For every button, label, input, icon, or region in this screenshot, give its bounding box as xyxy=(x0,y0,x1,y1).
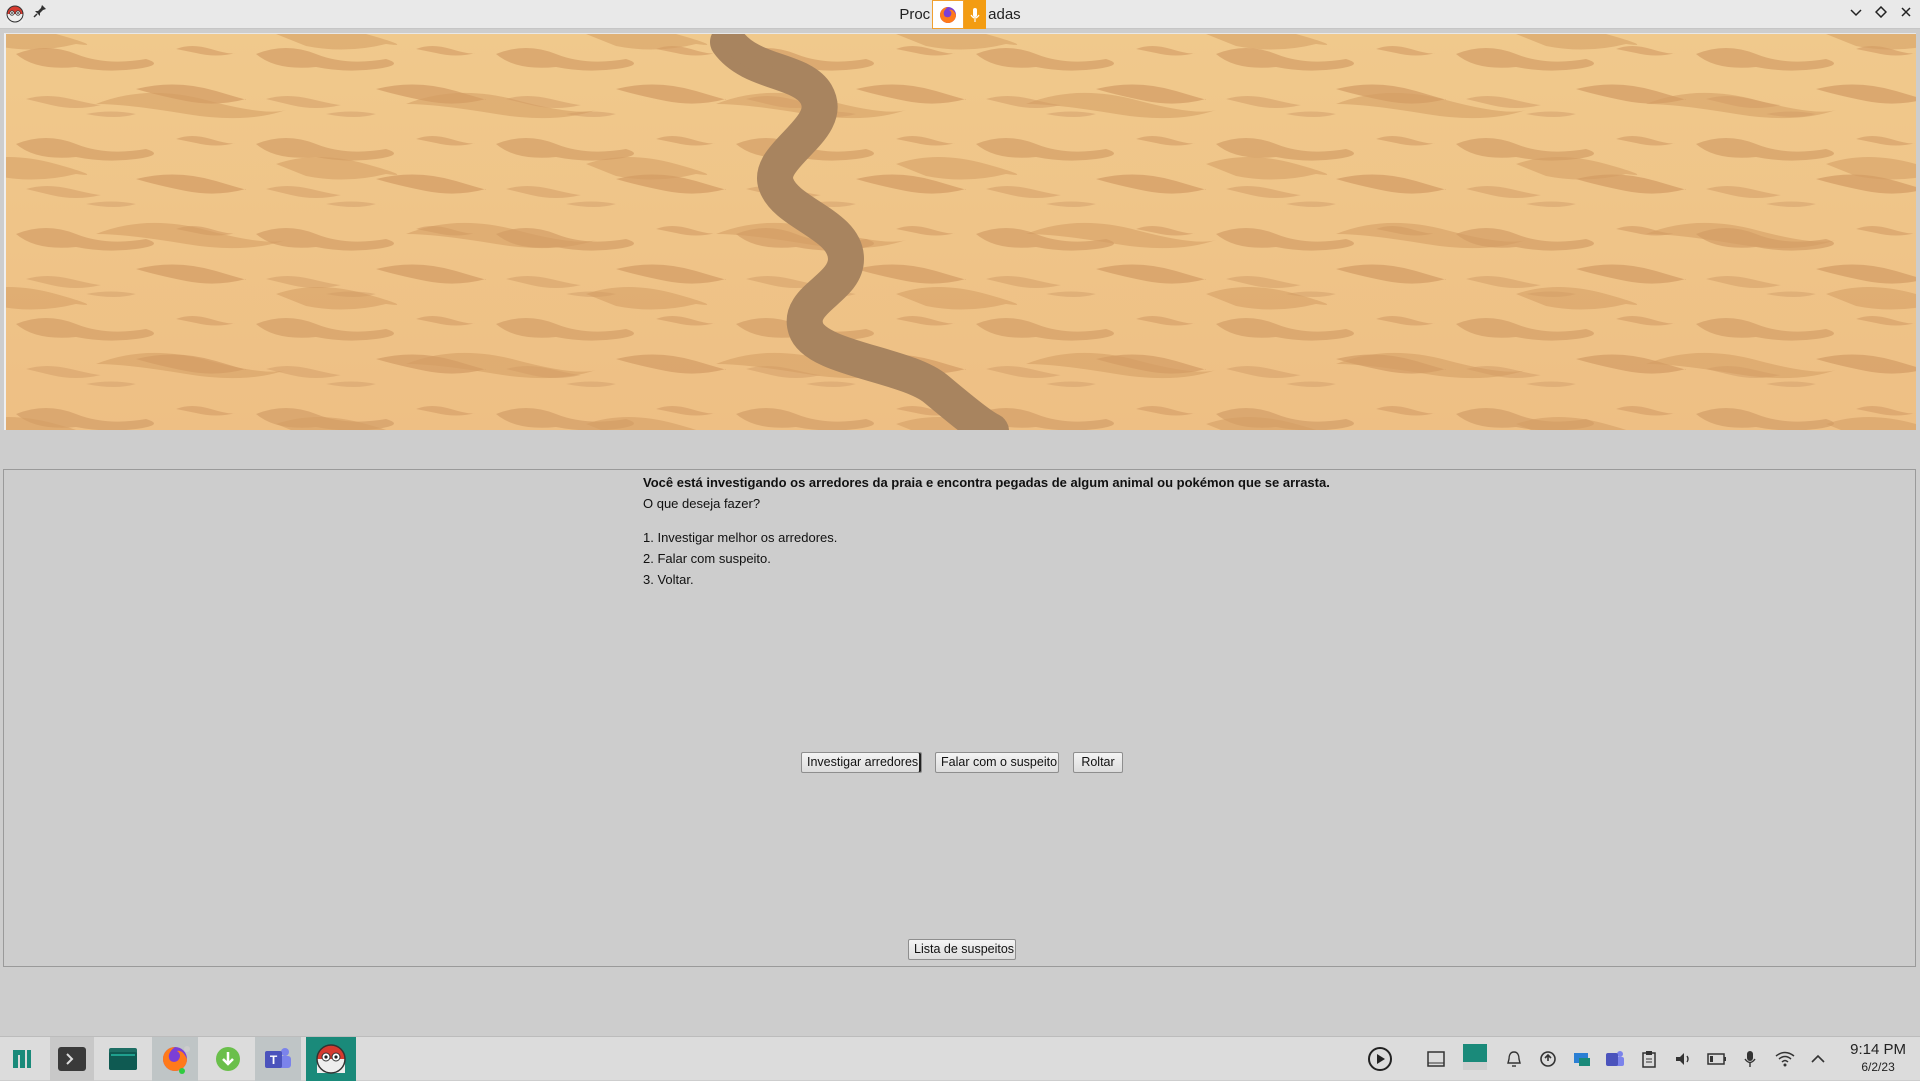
download-icon[interactable] xyxy=(206,1037,250,1081)
teams-icon[interactable]: T xyxy=(255,1037,301,1081)
battery-icon[interactable] xyxy=(1705,1047,1729,1071)
story-text: Você está investigando os arredores da p… xyxy=(643,472,1543,590)
sand-texture-with-snake-trail xyxy=(6,34,1916,430)
chevron-up-icon[interactable] xyxy=(1806,1047,1830,1071)
clipboard-icon[interactable] xyxy=(1637,1047,1661,1071)
wifi-icon[interactable] xyxy=(1773,1047,1797,1071)
story-question: O que deseja fazer? xyxy=(643,496,761,511)
clock-date: 6/2/23 xyxy=(1861,1060,1895,1074)
back-button[interactable]: Roltar xyxy=(1073,752,1123,773)
microphone-icon[interactable] xyxy=(1738,1047,1762,1071)
firefox-icon[interactable] xyxy=(932,0,964,29)
talk-to-suspect-button[interactable]: Falar com o suspeito xyxy=(935,752,1059,773)
story-option-3: 3. Voltar. xyxy=(643,572,694,587)
investigate-button[interactable]: Investigar arredores xyxy=(801,752,922,773)
suspects-list-button[interactable]: Lista de suspeitos xyxy=(908,939,1016,960)
clock-time: 9:14 PM xyxy=(1850,1041,1906,1058)
story-intro: Você está investigando os arredores da p… xyxy=(643,475,1330,490)
firefox-icon[interactable] xyxy=(152,1037,198,1081)
files-icon[interactable] xyxy=(101,1037,145,1081)
terminal-icon[interactable] xyxy=(50,1037,94,1081)
alarm-icon[interactable] xyxy=(1502,1047,1526,1071)
teams-tray-icon[interactable] xyxy=(1603,1047,1627,1071)
pokeball-app-icon[interactable] xyxy=(306,1037,356,1081)
window-thumbnail-icon[interactable] xyxy=(1462,1043,1488,1071)
window-title-right: adas xyxy=(988,6,1021,23)
display-icon[interactable] xyxy=(1570,1047,1594,1071)
beach-sand-banner xyxy=(4,33,1916,430)
menu-icon[interactable] xyxy=(0,1037,44,1081)
story-option-2: 2. Falar com suspeito. xyxy=(643,551,771,566)
svg-text:T: T xyxy=(270,1053,278,1067)
taskbar: T 9:14 PM 6/2/23 xyxy=(0,1036,1920,1081)
microphone-icon[interactable] xyxy=(964,0,986,29)
window-titlebar: Proc adas xyxy=(0,0,1920,29)
close-icon[interactable] xyxy=(1895,3,1917,25)
media-player-icon[interactable] xyxy=(1366,1045,1394,1073)
minimize-icon[interactable] xyxy=(1845,3,1867,25)
update-icon[interactable] xyxy=(1536,1047,1560,1071)
volume-icon[interactable] xyxy=(1671,1047,1695,1071)
window-title-left: Proc xyxy=(899,6,931,23)
screen-share-overlay[interactable] xyxy=(932,0,986,29)
desktop-icon[interactable] xyxy=(1424,1047,1448,1071)
system-clock[interactable]: 9:14 PM 6/2/23 xyxy=(1850,1041,1906,1075)
restore-icon[interactable] xyxy=(1870,3,1892,25)
story-option-1: 1. Investigar melhor os arredores. xyxy=(643,530,838,545)
